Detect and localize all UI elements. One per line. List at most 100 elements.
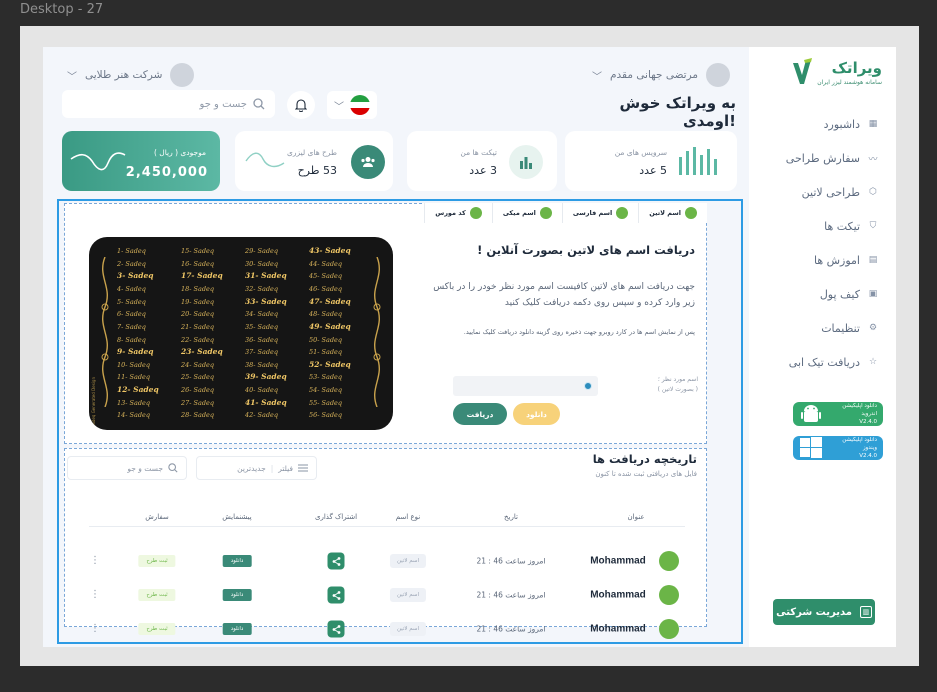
sidebar-item-design-order[interactable]: 〰 سفارش طراحی [763,141,878,175]
row-order-button[interactable]: ثبت طرح [138,623,176,635]
windows-app-button[interactable]: دانلود اپلیکیشن ویندوز V2.4.0 [793,436,883,460]
language-selector[interactable]: ﹀ [327,91,377,119]
latin-name-input[interactable] [453,376,598,396]
users-icon [351,145,385,179]
chevron-down-icon: ﹀ [67,71,77,83]
search-icon [253,98,265,110]
chevron-down-icon: ﹀ [334,101,344,113]
preview-name-cell: 38- Sadeq [245,360,279,369]
sidebar-nav: ▦ داشبورد 〰 سفارش طراحی ⬡ طراحی لاتین ⛉ … [763,107,878,379]
trend-line-icon [245,152,285,168]
sidebar-item-settings[interactable]: ⚙ تنظیمات [763,311,878,345]
name-type-tabs: اسم لاتین اسم فارسی اسم میکی کد مورس [386,203,707,223]
preview-name-cell: 8- Sadeq [117,335,146,344]
history-search-input[interactable]: جست و جو [67,456,187,480]
row-order-button[interactable]: ثبت طرح [138,589,176,601]
tickets-card[interactable]: تیکت ها من 3 عدد [407,131,557,191]
chevron-down-icon: ﹀ [592,71,602,83]
gear-icon: ⚙ [868,323,878,333]
company-avatar [170,63,195,87]
row-order-button[interactable]: ثبت طرح [138,555,176,567]
preview-name-cell: 31- Sadeq [245,271,287,281]
tab-morse-code[interactable]: کد مورس [424,203,492,223]
balance-value: 2,450,000 [125,165,208,180]
laser-designs-card[interactable]: طرح های لیزری 53 طرح [235,131,393,191]
laser-card-label: طرح های لیزری [286,148,337,157]
share-button[interactable] [327,552,345,570]
more-vertical-icon[interactable]: ⋮ [90,624,100,634]
preview-name-cell: 30- Sadeq [245,259,279,268]
tab-latin-name[interactable]: اسم لاتین [638,203,707,223]
download-button[interactable]: دانلود [513,403,560,425]
preview-name-cell: 16- Sadeq [181,259,215,268]
global-search-input[interactable]: جست و جو [62,90,275,118]
trend-icon: 〰 [868,154,878,165]
table-row[interactable]: Mohammad امروز ساعت 46 : 21 اسم لاتین دانلو… [89,544,685,578]
row-title: Mohammad [590,555,646,567]
balance-label: موجودی ( ریال ) [153,148,206,157]
preview-name-cell: 45- Sadeq [309,272,343,281]
user-menu[interactable]: مرتضی جهانی مقدم ﹀ [592,63,731,87]
company-selector[interactable]: شرکت هنر طلایی ﹀ [67,63,195,87]
wave-icon [70,152,126,171]
leaf-icon [685,207,697,219]
preview-name-cell: 21- Sadeq [181,322,215,331]
preview-name-cell: 1- Sadeq [117,247,146,255]
preview-name-cell: 53- Sadeq [309,373,343,382]
tickets-card-value: 3 عدد [469,164,497,177]
preview-name-cell: 47- Sadeq [309,296,351,306]
leaf-icon [469,207,482,219]
row-download-button[interactable]: دانلود [222,555,252,567]
tickets-card-label: تیکت ها من [460,148,497,157]
preview-name-grid: 1- Sadeq 15- Sadeq 29- Sadeq 43- Sadeq 2- Sa… [117,245,367,422]
services-card[interactable]: سرویس های من 5 عدد [565,131,737,191]
preview-name-cell: 18- Sadeq [181,284,215,293]
table-header-divider [89,526,685,527]
more-vertical-icon[interactable]: ⋮ [90,590,100,600]
iran-flag-icon [350,95,370,115]
sidebar-item-wallet[interactable]: ▣ کیف پول [763,277,878,311]
history-filter-dropdown[interactable]: جدیدترین | فیلتر [196,456,317,480]
tab-label: اسم فارسی [572,209,613,217]
preview-name-cell: 4- Sadeq [117,284,146,293]
android-app-button[interactable]: دانلود اپلیکیشن اندروید V2.4.0 [793,402,883,426]
latin-panel-note: پس از نمایش اسم ها در کارد روبرو جهت ذخی… [463,328,695,336]
table-row[interactable]: Mohammad امروز ساعت 46 : 21 اسم لاتین دانلو… [89,578,685,612]
preview-name-cell: 28- Sadeq [181,411,215,420]
brand-logo[interactable]: ویراتک سامانه هوشمند لیزر ایران [791,57,882,87]
row-name-type: اسم لاتین [389,622,427,636]
sidebar-item-label: سفارش طراحی [785,151,860,165]
tab-mickey-name[interactable]: اسم میکی [491,203,562,223]
notifications-button[interactable] [287,91,315,119]
sidebar-item-dashboard[interactable]: ▦ داشبورد [763,107,878,141]
sidebar-item-tickets[interactable]: ⛉ تیکت ها [763,209,878,243]
row-download-button[interactable]: دانلود [222,589,252,601]
balance-card[interactable]: موجودی ( ریال ) 2,450,000 [62,131,220,191]
brand-mark-icon [793,58,813,84]
tab-persian-name[interactable]: اسم فارسی [561,203,639,223]
preview-name-cell: 22- Sadeq [181,335,215,344]
share-button[interactable] [327,620,345,638]
share-button[interactable] [327,586,345,604]
preview-name-cell: 26- Sadeq [181,386,215,395]
get-names-button[interactable]: دریافت [453,403,507,425]
sidebar-item-latin-design[interactable]: ⬡ طراحی لاتین [763,175,878,209]
table-row[interactable]: Mohammad امروز ساعت 46 : 21 اسم لاتین دانلو… [89,612,685,646]
corporate-management-button[interactable]: ▥ مدیریت شرکتی [773,599,875,625]
brand-tagline: سامانه هوشمند لیزر ایران [817,78,882,86]
preview-name-cell: 24- Sadeq [181,360,215,369]
sidebar-item-tutorials[interactable]: ▤ اموزش ها [763,243,878,277]
row-download-button[interactable]: دانلود [222,623,252,635]
more-vertical-icon[interactable]: ⋮ [90,556,100,566]
sidebar-item-blue-tick[interactable]: ☆ دریافت تیک ابی [763,345,878,379]
preview-name-cell: 17- Sadeq [181,271,223,281]
preview-name-cell: 23- Sadeq [181,347,223,357]
column-header-share: اشتراک گذاری [314,513,358,521]
brand-text: ویراتک سامانه هوشمند لیزر ایران [817,59,882,86]
leaf-icon [659,585,679,605]
latin-names-preview-card[interactable]: Sadeq Generated Design 1- Sadeq 15- Sadeq… [89,237,393,430]
preview-name-cell: 49- Sadeq [309,321,351,331]
preview-name-cell: 52- Sadeq [309,359,351,369]
radio-dot-icon [584,382,592,390]
grid-icon: ▦ [868,119,878,129]
